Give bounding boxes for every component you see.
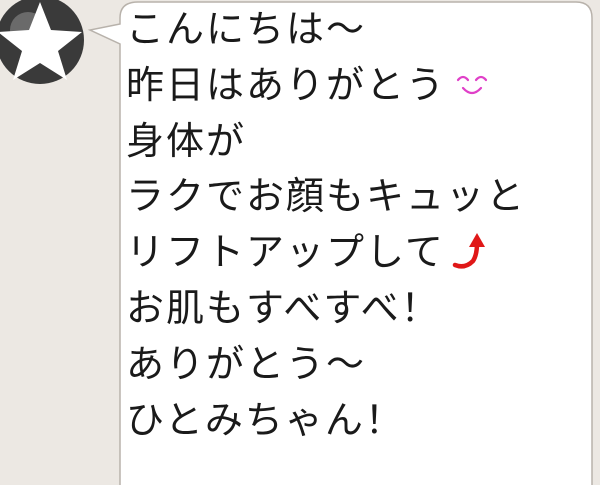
smile-emoji-icon xyxy=(456,76,488,95)
message-line: リフトアップして xyxy=(126,225,590,281)
sender-avatar[interactable] xyxy=(0,0,90,100)
message-line-text: 昨日はありがとう xyxy=(126,62,447,107)
up-arrow-icon xyxy=(452,232,485,269)
message-line: こんにちは〜 xyxy=(126,7,367,51)
message-line-text: リフトアップして xyxy=(126,230,445,275)
message-line: ラクでお顔もキュッと xyxy=(126,174,527,219)
message-line: お肌もすべすべ！ xyxy=(126,285,441,330)
message-text: こんにちは〜 昨日はありがとう 身体が ラクでお顔もキュッと リフトアップして … xyxy=(126,2,590,448)
message-line: ありがとう〜 xyxy=(126,341,367,386)
message-line: 身体が xyxy=(126,118,247,163)
message-line: 昨日はありがとう xyxy=(126,58,590,114)
message-line: ひとみちゃん！ xyxy=(126,397,405,442)
incoming-message-bubble[interactable]: こんにちは〜 昨日はありがとう 身体が ラクでお顔もキュッと リフトアップして … xyxy=(86,0,600,485)
